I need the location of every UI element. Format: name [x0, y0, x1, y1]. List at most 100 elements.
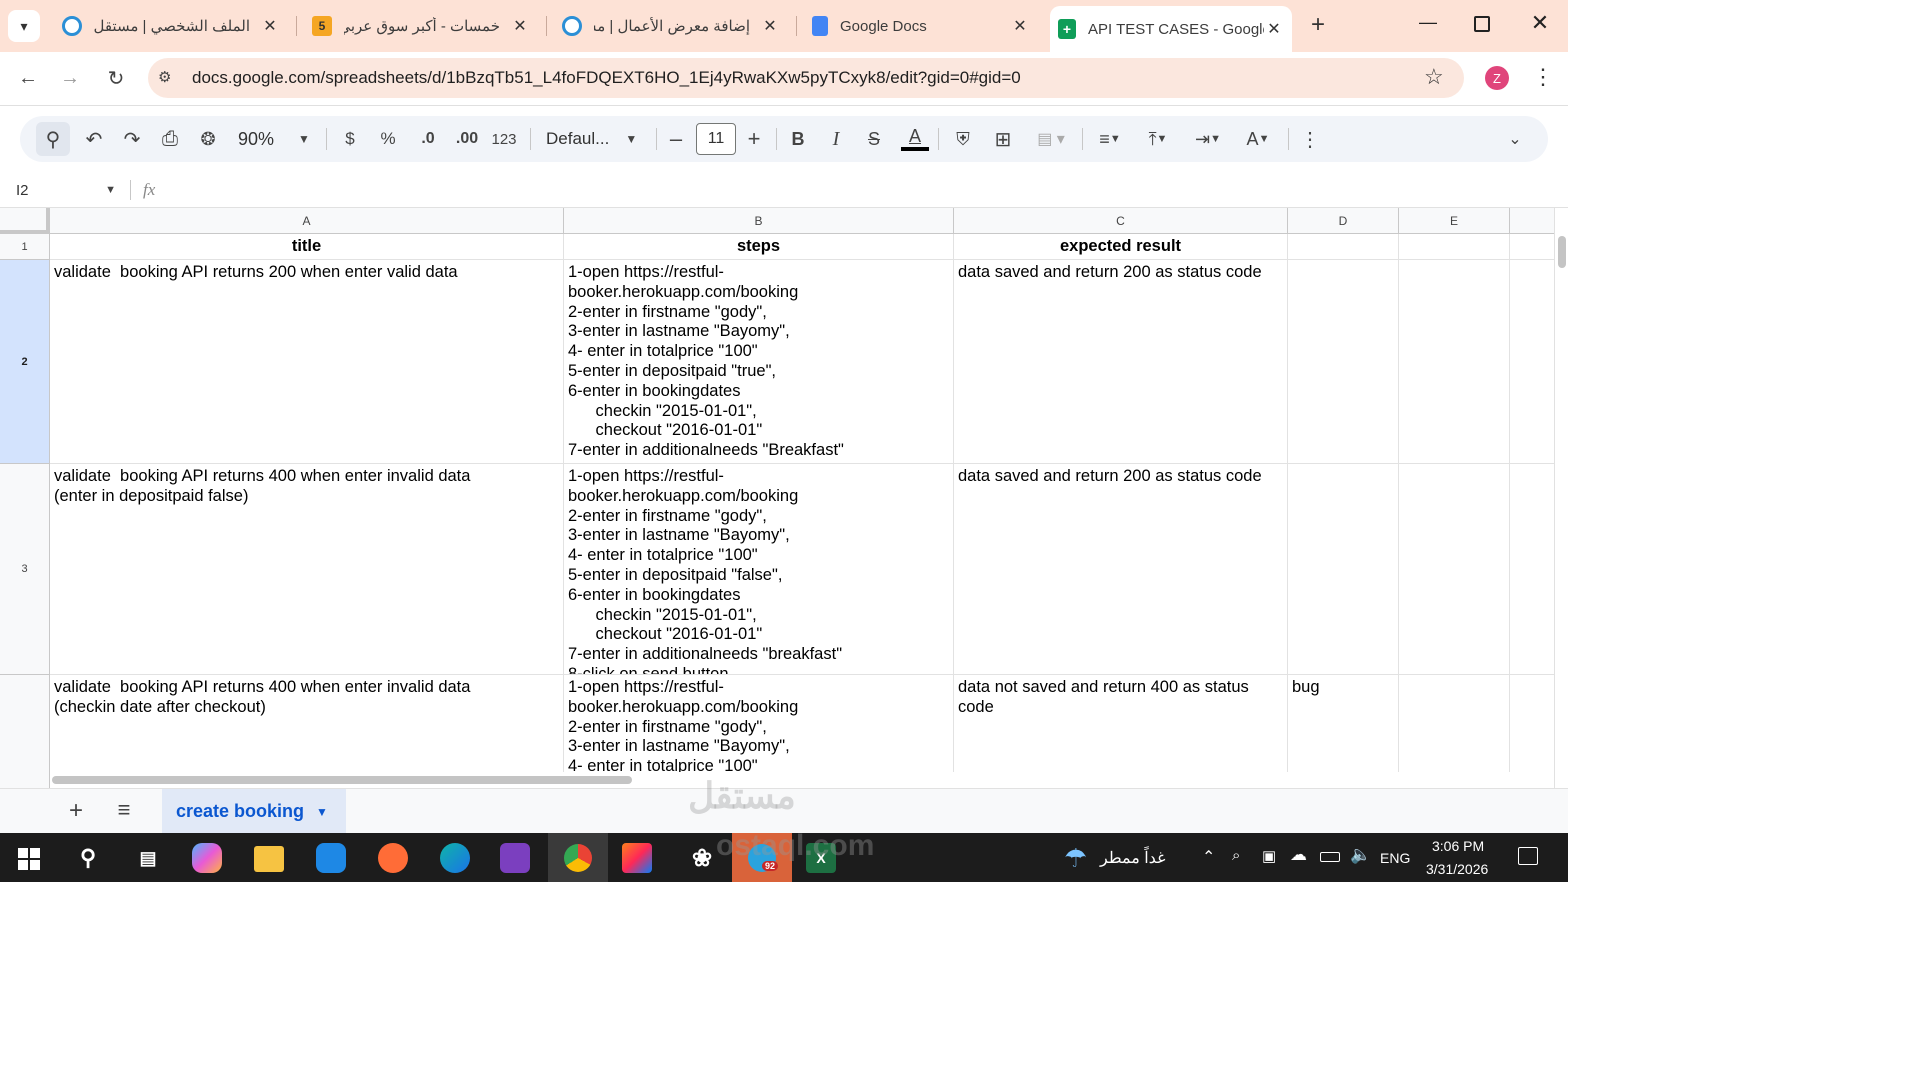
- zoom-select[interactable]: 90% ▼: [232, 116, 312, 162]
- name-box[interactable]: I2 ▼: [10, 176, 120, 204]
- app-icon[interactable]: [316, 843, 346, 873]
- table-cell[interactable]: data saved and return 200 as status code: [954, 464, 1288, 675]
- reload-icon[interactable]: ↻: [102, 64, 130, 92]
- task-view-icon[interactable]: ▤: [130, 840, 166, 876]
- volume-icon[interactable]: 🔈: [1350, 845, 1371, 865]
- header-cell-steps[interactable]: steps: [564, 234, 954, 260]
- new-tab-icon[interactable]: +: [1304, 12, 1332, 40]
- weather-icon[interactable]: ☂: [1064, 843, 1087, 874]
- close-tab-icon[interactable]: ✕: [760, 16, 780, 36]
- browser-tab-active[interactable]: + API TEST CASES - Google ✕: [1050, 6, 1292, 52]
- postman-icon[interactable]: [378, 843, 408, 873]
- increase-font-size-icon[interactable]: +: [742, 116, 766, 162]
- intellij-icon[interactable]: [622, 843, 652, 873]
- visual-studio-icon[interactable]: [500, 843, 530, 873]
- table-cell[interactable]: [1510, 464, 1556, 675]
- all-sheets-icon[interactable]: ≡: [112, 797, 136, 825]
- chrome-icon[interactable]: [548, 833, 608, 882]
- text-color-button[interactable]: A: [900, 116, 930, 162]
- site-info-icon[interactable]: ⚙: [158, 68, 180, 88]
- url-text[interactable]: docs.google.com/spreadsheets/d/1bBzqTb51…: [192, 68, 1021, 88]
- table-cell[interactable]: 1-open https://restful-booker.herokuapp.…: [564, 464, 954, 675]
- forward-icon[interactable]: →: [56, 64, 84, 92]
- redo-icon[interactable]: ↷: [116, 116, 148, 162]
- decrease-font-size-icon[interactable]: –: [664, 116, 688, 162]
- clock-time[interactable]: 3:06 PM: [1432, 838, 1484, 854]
- browser-tab[interactable]: Google Docs ✕: [806, 8, 1036, 44]
- minimize-icon[interactable]: —: [1416, 12, 1440, 36]
- table-cell[interactable]: [1399, 464, 1510, 675]
- table-cell[interactable]: [1510, 234, 1556, 260]
- strikethrough-button[interactable]: S: [862, 116, 886, 162]
- horizontal-align-icon[interactable]: ≡ ▼: [1090, 116, 1130, 162]
- font-select[interactable]: Defaul... ▼: [540, 116, 646, 162]
- horizontal-scrollbar[interactable]: [50, 772, 1554, 788]
- row-header[interactable]: 2: [0, 260, 50, 464]
- column-header-a[interactable]: A: [50, 208, 564, 234]
- browser-menu-icon[interactable]: ⋮: [1532, 64, 1554, 90]
- text-wrapping-icon[interactable]: ⇥ ▼: [1188, 116, 1228, 162]
- italic-button[interactable]: I: [824, 116, 848, 162]
- column-header-c[interactable]: C: [954, 208, 1288, 234]
- restore-icon[interactable]: [1474, 16, 1490, 32]
- table-cell[interactable]: validate booking API returns 200 when en…: [50, 260, 564, 464]
- row-header[interactable]: [0, 675, 50, 788]
- table-cell[interactable]: [1399, 260, 1510, 464]
- bold-button[interactable]: B: [786, 116, 810, 162]
- close-tab-icon[interactable]: ✕: [1010, 16, 1030, 36]
- browser-tab[interactable]: 5 خمسات - أكبر سوق عربي ✕: [306, 8, 536, 44]
- search-icon[interactable]: ⚲: [70, 840, 106, 876]
- close-tab-icon[interactable]: ✕: [510, 16, 530, 36]
- language-indicator[interactable]: ENG: [1380, 850, 1410, 866]
- increase-decimal-button[interactable]: .00: [450, 116, 484, 162]
- paint-format-icon[interactable]: ❂: [192, 116, 224, 162]
- table-cell[interactable]: [1288, 464, 1399, 675]
- tab-search-button[interactable]: ▾: [8, 10, 40, 42]
- formula-input[interactable]: [180, 176, 1550, 204]
- chevron-up-icon[interactable]: ⌃: [1202, 847, 1215, 867]
- header-cell-title[interactable]: title: [50, 234, 564, 260]
- row-header[interactable]: 1: [0, 234, 50, 260]
- close-window-icon[interactable]: ✕: [1528, 10, 1552, 38]
- column-header[interactable]: [1510, 208, 1556, 234]
- address-bar[interactable]: ⚙ docs.google.com/spreadsheets/d/1bBzqTb…: [148, 58, 1464, 98]
- vertical-scrollbar-thumb[interactable]: [1558, 236, 1566, 268]
- fill-color-icon[interactable]: ⛨: [948, 116, 978, 162]
- table-cell[interactable]: [1288, 260, 1399, 464]
- column-header-d[interactable]: D: [1288, 208, 1399, 234]
- vertical-align-icon[interactable]: ⤒ ▼: [1138, 116, 1178, 162]
- table-cell[interactable]: [1288, 234, 1399, 260]
- chatgpt-icon[interactable]: ❀: [684, 840, 720, 876]
- more-options-icon[interactable]: ⋮: [1298, 116, 1322, 162]
- column-header-e[interactable]: E: [1399, 208, 1510, 234]
- copilot-icon[interactable]: [192, 843, 222, 873]
- clock-date[interactable]: 3/31/2026: [1426, 861, 1488, 877]
- vertical-scrollbar[interactable]: [1554, 208, 1568, 788]
- horizontal-scrollbar-thumb[interactable]: [52, 776, 632, 784]
- format-percent-button[interactable]: %: [374, 116, 402, 162]
- table-cell[interactable]: validate booking API returns 400 when en…: [50, 464, 564, 675]
- row-header[interactable]: 3: [0, 464, 50, 675]
- close-tab-icon[interactable]: ✕: [1264, 19, 1284, 39]
- windows-start-icon[interactable]: [18, 848, 40, 870]
- notification-icon[interactable]: [1518, 847, 1538, 865]
- table-cell[interactable]: 1-open https://restful-booker.herokuapp.…: [564, 260, 954, 464]
- undo-icon[interactable]: ↶: [78, 116, 110, 162]
- collapse-toolbar-icon[interactable]: ⌄: [1500, 116, 1530, 162]
- print-icon[interactable]: ⎙: [154, 116, 186, 162]
- table-cell[interactable]: data saved and return 200 as status code: [954, 260, 1288, 464]
- file-explorer-icon[interactable]: [254, 846, 284, 872]
- edge-icon[interactable]: [440, 843, 470, 873]
- back-icon[interactable]: ←: [14, 64, 42, 92]
- close-tab-icon[interactable]: ✕: [260, 16, 280, 36]
- browser-tab[interactable]: الملف الشخصي | مستقل ✕: [56, 8, 286, 44]
- sheet-tab-active[interactable]: create booking ▼: [162, 789, 346, 834]
- text-rotation-icon[interactable]: A ▼: [1238, 116, 1278, 162]
- merge-cells-icon[interactable]: ▤ ▾: [1028, 116, 1074, 162]
- table-cell[interactable]: [1399, 234, 1510, 260]
- table-cell[interactable]: [1510, 260, 1556, 464]
- borders-icon[interactable]: ⊞: [988, 116, 1018, 162]
- column-header-b[interactable]: B: [564, 208, 954, 234]
- search-menus-icon[interactable]: ⚲: [36, 122, 70, 156]
- profile-avatar[interactable]: Z: [1485, 66, 1509, 90]
